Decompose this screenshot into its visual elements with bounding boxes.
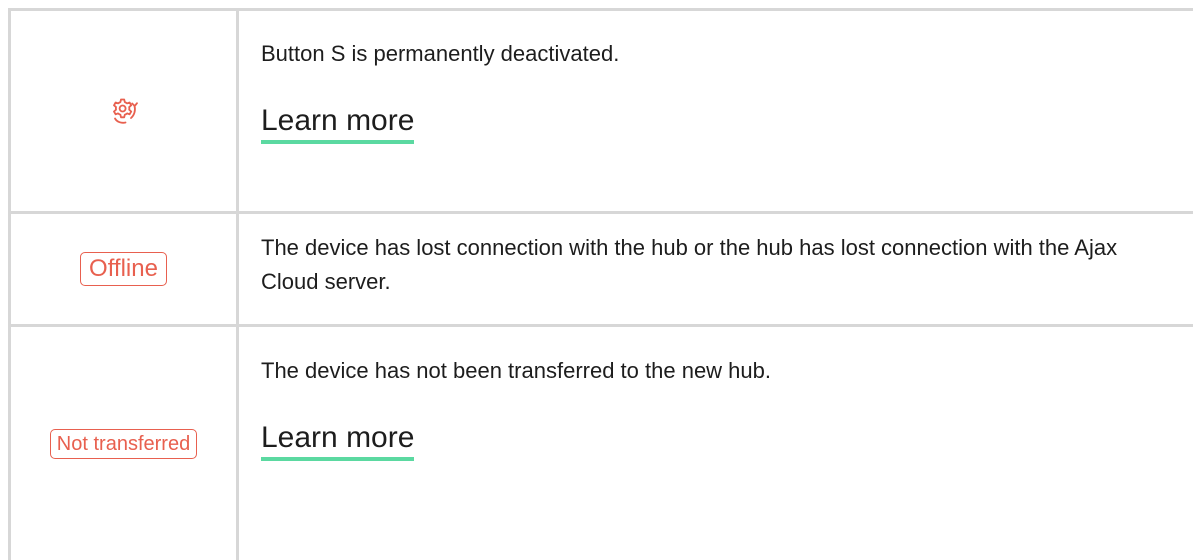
row-description: The device has lost connection with the … — [261, 235, 1118, 294]
status-table: Button S is permanently deactivated. Lea… — [8, 8, 1193, 560]
description-cell: The device has lost connection with the … — [236, 211, 1193, 327]
table-row: Not transferred The device has not been … — [8, 324, 1193, 560]
row-description: The device has not been transferred to t… — [261, 358, 771, 383]
learn-more-link[interactable]: Learn more — [261, 420, 415, 461]
offline-badge: Offline — [80, 252, 167, 286]
learn-more-link[interactable]: Learn more — [261, 103, 415, 144]
description-cell: Button S is permanently deactivated. Lea… — [236, 8, 1193, 214]
table-row: Button S is permanently deactivated. Lea… — [8, 8, 1193, 214]
icon-cell: Offline — [8, 211, 239, 327]
icon-cell: Not transferred — [8, 324, 239, 560]
not-transferred-badge: Not transferred — [49, 428, 198, 459]
description-cell: The device has not been transferred to t… — [236, 324, 1193, 560]
icon-cell — [8, 8, 239, 214]
row-description: Button S is permanently deactivated. — [261, 41, 620, 66]
table-row: Offline The device has lost connection w… — [8, 211, 1193, 327]
gear-arrow-icon — [110, 97, 138, 125]
